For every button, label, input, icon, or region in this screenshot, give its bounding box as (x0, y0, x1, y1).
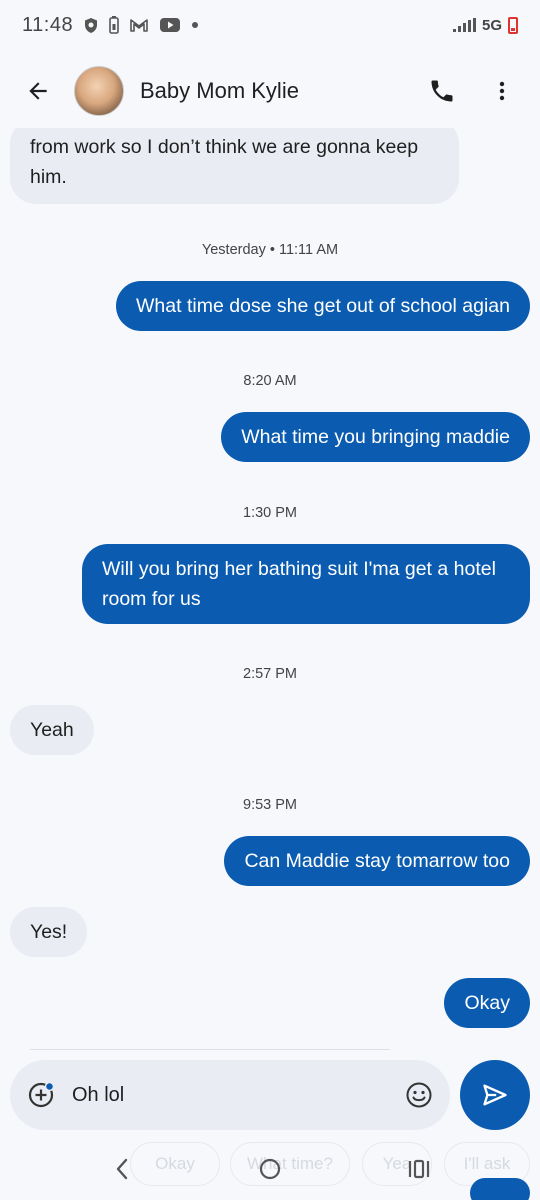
more-vert-icon (499, 81, 505, 101)
notification-dot-icon (191, 21, 199, 29)
emoji-icon (406, 1082, 432, 1108)
message-bubble-outgoing[interactable]: Will you bring her bathing suit I'ma get… (82, 544, 530, 624)
contact-name[interactable]: Baby Mom Kylie (140, 78, 299, 104)
add-attachment-button[interactable] (26, 1080, 56, 1110)
timestamp: 1:30 PM (243, 505, 297, 521)
message-bubble-incoming[interactable]: Yes! (10, 907, 88, 957)
more-options-button[interactable] (482, 71, 522, 111)
shield-icon (83, 17, 99, 34)
contact-avatar[interactable] (74, 66, 124, 116)
send-icon (483, 1084, 507, 1106)
home-circle-icon (259, 1158, 281, 1180)
message-bubble-outgoing[interactable]: Okay (444, 978, 530, 1028)
timestamp: Yesterday • 11:11 AM (201, 242, 339, 258)
nav-home-button[interactable] (254, 1151, 286, 1187)
message-bubble-outgoing[interactable]: What time you bringing maddie (221, 412, 530, 462)
composer-divider (30, 1049, 390, 1050)
status-time: 11:48 (22, 13, 74, 36)
conversation-header: Baby Mom Kylie (0, 56, 540, 126)
signal-icon (452, 18, 476, 32)
status-bar: 11:48 5G (0, 0, 540, 50)
message-bubble-incoming[interactable]: from work so I don’t think we are gonna … (10, 128, 459, 204)
youtube-icon (159, 17, 181, 33)
battery-icon (508, 16, 518, 34)
message-input[interactable]: Oh lol (72, 1084, 404, 1107)
add-attachment-icon (28, 1081, 55, 1108)
message-bubble-outgoing[interactable]: Can Maddie stay tomarrow too (224, 836, 530, 886)
message-bubble-incoming[interactable]: Yeah (10, 705, 94, 755)
nav-recents-button[interactable] (403, 1151, 435, 1187)
back-button[interactable] (18, 71, 58, 111)
system-nav-bar (0, 1146, 540, 1192)
message-bubble-outgoing[interactable]: What time dose she get out of school agi… (116, 281, 530, 331)
call-button[interactable] (422, 71, 462, 111)
recents-icon (408, 1159, 430, 1179)
timestamp: 2:57 PM (243, 666, 297, 682)
phone-icon (431, 80, 453, 102)
message-composer[interactable]: Oh lol (10, 1060, 450, 1130)
arrow-back-icon (29, 82, 47, 100)
message-list[interactable]: from work so I don’t think we are gonna … (0, 128, 540, 1048)
gmail-icon (129, 17, 149, 33)
battery-saver-icon (109, 16, 119, 34)
nav-back-button[interactable] (108, 1151, 136, 1187)
send-button[interactable] (460, 1060, 530, 1130)
timestamp: 8:20 AM (243, 373, 297, 389)
timestamp: 9:53 PM (243, 797, 297, 813)
emoji-button[interactable] (404, 1080, 434, 1110)
network-type: 5G (481, 16, 502, 34)
chevron-left-icon (116, 1158, 128, 1180)
